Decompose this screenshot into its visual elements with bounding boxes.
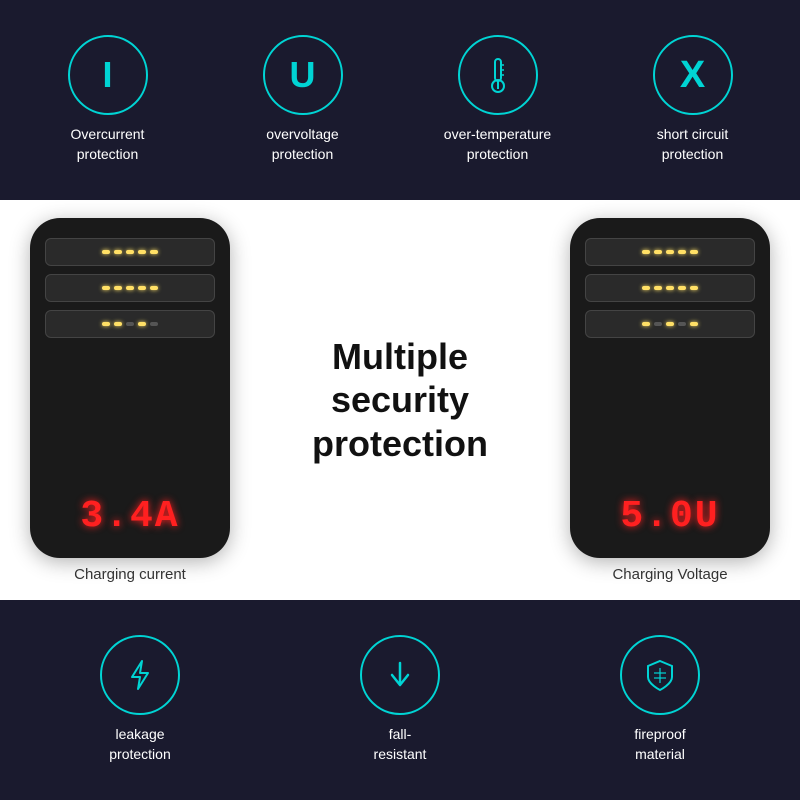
- usb-light: [666, 286, 674, 290]
- feature-over-temperature: over-temperature protection: [418, 35, 578, 164]
- usb-light: [678, 250, 686, 254]
- usb-port-1: [45, 238, 215, 266]
- usb-port-r1: [585, 238, 755, 266]
- lightning-icon: [100, 635, 180, 715]
- usb-light: [126, 322, 134, 326]
- feature-fireproof: fireproof material: [560, 635, 760, 764]
- overcurrent-label: Overcurrent protection: [71, 125, 145, 164]
- usb-light: [150, 286, 158, 290]
- usb-port-r3: [585, 310, 755, 338]
- fireproof-label: fireproof material: [634, 725, 685, 764]
- usb-light: [114, 322, 122, 326]
- right-charger-card: 5.0U: [570, 218, 770, 558]
- usb-light: [690, 322, 698, 326]
- usb-light: [666, 322, 674, 326]
- usb-port-r2: [585, 274, 755, 302]
- feature-short-circuit: X short circuit protection: [613, 35, 773, 164]
- usb-light: [114, 286, 122, 290]
- left-charger-card: 3.4A: [30, 218, 230, 558]
- usb-light: [690, 286, 698, 290]
- usb-light: [642, 322, 650, 326]
- right-card-label: Charging Voltage: [612, 566, 727, 583]
- left-card-label: Charging current: [74, 566, 186, 583]
- usb-light: [126, 286, 134, 290]
- usb-light: [642, 250, 650, 254]
- over-temperature-label: over-temperature protection: [444, 125, 551, 164]
- shield-icon: [620, 635, 700, 715]
- right-usb-ports: [585, 238, 755, 338]
- usb-light: [138, 250, 146, 254]
- x-icon: X: [653, 35, 733, 115]
- usb-light: [138, 286, 146, 290]
- overvoltage-icon: U: [263, 35, 343, 115]
- short-circuit-label: short circuit protection: [657, 125, 729, 164]
- middle-section: 3.4A Charging current Multiple security …: [0, 200, 800, 600]
- right-card-wrapper: 5.0U Charging Voltage: [570, 218, 770, 583]
- usb-light: [102, 286, 110, 290]
- usb-light: [150, 322, 158, 326]
- usb-port-2: [45, 274, 215, 302]
- feature-overcurrent: I Overcurrent protection: [28, 35, 188, 164]
- usb-light: [654, 250, 662, 254]
- feature-fall-resistant: fall- resistant: [300, 635, 500, 764]
- usb-light: [150, 250, 158, 254]
- usb-light: [642, 286, 650, 290]
- left-display-value: 3.4A: [80, 495, 179, 538]
- top-section: I Overcurrent protection U overvoltage p…: [0, 0, 800, 200]
- usb-light: [102, 250, 110, 254]
- right-display-value: 5.0U: [620, 495, 719, 538]
- usb-light: [654, 286, 662, 290]
- usb-light: [666, 250, 674, 254]
- feature-leakage: leakage protection: [40, 635, 240, 764]
- usb-light: [678, 322, 686, 326]
- leakage-label: leakage protection: [109, 725, 170, 764]
- bottom-section: leakage protection fall- resistant: [0, 600, 800, 800]
- usb-light: [654, 322, 662, 326]
- overvoltage-label: overvoltage protection: [266, 125, 338, 164]
- middle-text: Multiple security protection: [230, 335, 570, 465]
- usb-light: [114, 250, 122, 254]
- left-usb-ports: [45, 238, 215, 338]
- left-card-wrapper: 3.4A Charging current: [30, 218, 230, 583]
- feature-overvoltage: U overvoltage protection: [223, 35, 383, 164]
- usb-light: [138, 322, 146, 326]
- usb-light: [690, 250, 698, 254]
- thermometer-icon: [458, 35, 538, 115]
- usb-light: [102, 322, 110, 326]
- arrow-down-icon: [360, 635, 440, 715]
- usb-light: [126, 250, 134, 254]
- usb-port-3: [45, 310, 215, 338]
- overcurrent-icon: I: [68, 35, 148, 115]
- usb-light: [678, 286, 686, 290]
- fall-resistant-label: fall- resistant: [374, 725, 427, 764]
